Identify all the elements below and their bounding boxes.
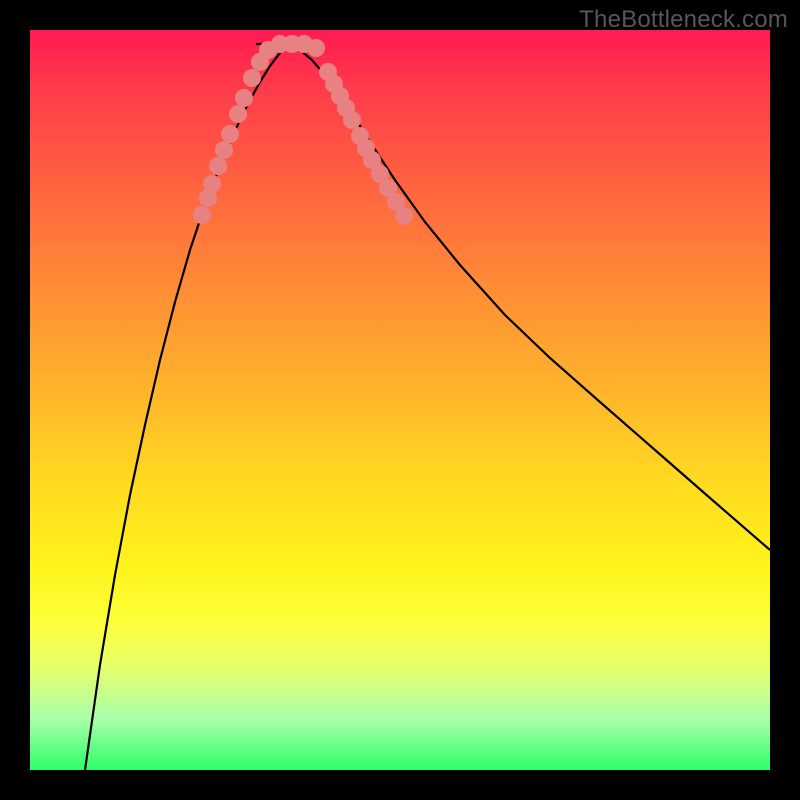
curve-left-branch [85,44,288,770]
curve-group [85,44,770,770]
marker-dot [235,89,253,107]
marker-dot [307,39,325,57]
marker-dot [343,111,361,129]
marker-dot [221,125,239,143]
marker-dot [193,206,211,224]
marker-dot [395,207,413,225]
chart-svg [30,30,770,770]
plot-area [30,30,770,770]
chart-frame: TheBottleneck.com [0,0,800,800]
marker-dot [243,69,261,87]
watermark-text: TheBottleneck.com [579,6,788,34]
marker-dot [229,105,247,123]
marker-dot [203,175,221,193]
marker-group [193,35,413,225]
marker-dot [209,157,227,175]
marker-dot [215,141,233,159]
